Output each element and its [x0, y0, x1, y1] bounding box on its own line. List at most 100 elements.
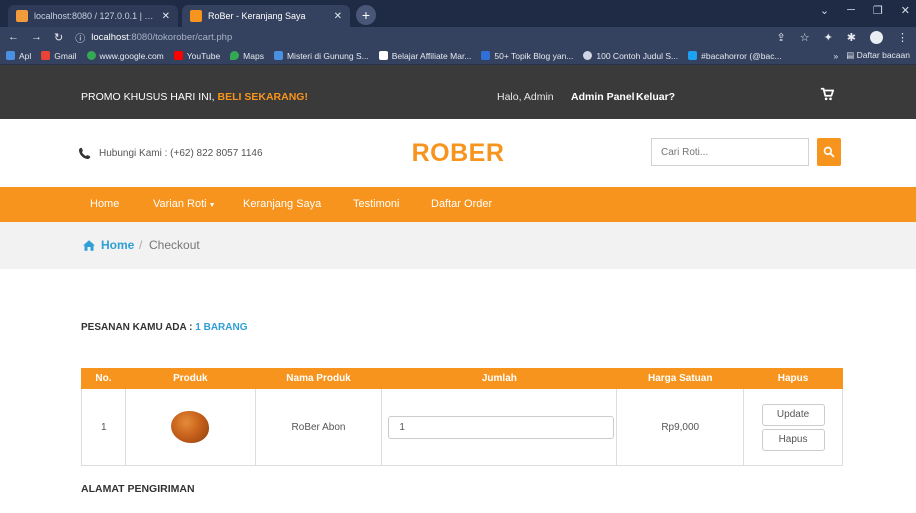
shopping-cart-icon[interactable]	[820, 87, 834, 101]
extension-icon[interactable]: ✦	[824, 31, 833, 44]
bookmark-page-icon	[273, 51, 283, 60]
bookmarks-overflow: » ▤ Daftar bacaan	[833, 50, 910, 61]
reading-list-button[interactable]: ▤ Daftar bacaan	[846, 50, 910, 61]
product-image-cell	[124, 388, 256, 466]
site-header: Hubungi Kami : (+62) 822 8057 1146 ROBER	[0, 119, 916, 187]
twitter-icon	[688, 51, 698, 60]
bookmark-contoh-judul[interactable]: 100 Contoh Judul S...	[583, 51, 678, 61]
tab-close-icon[interactable]: ✕	[334, 11, 342, 22]
browser-tab-phpmyadmin[interactable]: localhost:8080 / 127.0.0.1 | phpM ✕	[8, 5, 178, 27]
shipping-address-heading: ALAMAT PENGIRIMAN	[81, 483, 195, 495]
menu-keranjang-saya[interactable]: Keranjang Saya	[243, 198, 321, 210]
google-icon	[86, 51, 96, 60]
tab-close-icon[interactable]: ✕	[162, 11, 170, 22]
maximize-icon[interactable]: ❐	[873, 4, 883, 17]
logout-link[interactable]: Keluar?	[636, 91, 675, 103]
order-count-heading: PESANAN KAMU ADA : 1 BARANG	[81, 322, 248, 333]
order-count-value: 1 BARANG	[195, 322, 248, 333]
menu-daftar-order[interactable]: Daftar Order	[431, 198, 492, 210]
bookmark-misteri[interactable]: Misteri di Gunung S...	[273, 51, 369, 61]
browser-tab-strip: localhost:8080 / 127.0.0.1 | phpM ✕ RoBe…	[0, 0, 916, 27]
breadcrumb-separator: /	[139, 238, 143, 252]
maps-pin-icon	[230, 51, 240, 60]
bookmark-affiliate[interactable]: Belajar Affiliate Mar...	[378, 51, 471, 61]
bookmark-google[interactable]: www.google.com	[86, 51, 164, 61]
back-arrow-icon[interactable]: ←	[8, 31, 19, 43]
address-bar-row: ← → ↻ ⓘ localhost :8080/tokorober/cart.p…	[0, 27, 916, 47]
main-menu: Home Varian Roti ▼ Keranjang Saya Testimo…	[0, 187, 916, 222]
promo-top-bar: PROMO KHUSUS HARI INI, BELI SEKARANG! Ha…	[0, 65, 916, 119]
bookmark-star-icon[interactable]: ☆	[800, 31, 810, 44]
extensions-puzzle-icon[interactable]: ✱	[847, 31, 856, 44]
bookmark-apps[interactable]: Apl	[6, 51, 31, 61]
reading-list-icon: ▤	[846, 50, 857, 60]
bookmark-page-icon	[378, 51, 388, 60]
row-actions: Update Hapus	[743, 388, 843, 466]
cart-table-header: No. Produk Nama Produk Jumlah Harga Satu…	[81, 368, 843, 389]
product-image	[171, 411, 210, 443]
bookmark-maps[interactable]: Maps	[230, 51, 264, 61]
site-info-icon[interactable]: ⓘ	[75, 30, 85, 45]
cart-table: No. Produk Nama Produk Jumlah Harga Satu…	[81, 368, 843, 466]
apps-grid-icon	[6, 51, 15, 60]
tab-label: localhost:8080 / 127.0.0.1 | phpM	[34, 11, 156, 21]
bookmark-topik-blog[interactable]: 50+ Topik Blog yan...	[481, 51, 573, 61]
reload-icon[interactable]: ↻	[54, 31, 63, 44]
admin-panel-link[interactable]: Admin Panel	[571, 91, 635, 103]
browser-menu-icon[interactable]: ⋮	[897, 31, 908, 44]
phpmyadmin-favicon-icon	[16, 10, 28, 22]
bookmarks-bar: Apl Gmail www.google.com YouTube Maps Mi…	[0, 47, 916, 65]
rober-favicon-icon	[190, 10, 202, 22]
greeting-text: Halo, Admin	[497, 91, 554, 103]
tab-label: RoBer - Keranjang Saya	[208, 11, 306, 21]
browser-actions: ⇪ ☆ ✦ ✱ ⋮	[776, 30, 908, 44]
url-host: localhost	[91, 31, 129, 43]
promo-banner: PROMO KHUSUS HARI INI, BELI SEKARANG!	[81, 91, 308, 103]
promo-text: PROMO KHUSUS HARI INI,	[81, 91, 218, 103]
youtube-icon	[173, 51, 183, 60]
url-path: :8080/tokorober/cart.php	[128, 31, 233, 43]
forward-arrow-icon[interactable]: →	[31, 31, 42, 43]
browser-tab-keranjang[interactable]: RoBer - Keranjang Saya ✕	[182, 5, 350, 27]
new-tab-plus-icon[interactable]: +	[356, 5, 376, 25]
bookmark-bacahorror[interactable]: #bacahorror (@bac...	[688, 51, 782, 61]
gmail-icon	[41, 51, 51, 60]
row-number: 1	[81, 388, 126, 466]
bookmark-youtube[interactable]: YouTube	[173, 51, 220, 61]
update-button[interactable]: Update	[761, 403, 825, 426]
menu-home[interactable]: Home	[90, 198, 119, 210]
header-harga-satuan: Harga Satuan	[616, 368, 745, 389]
close-window-icon[interactable]: ✕	[901, 4, 910, 17]
header-no: No.	[81, 368, 126, 389]
bookmark-page-icon	[481, 51, 491, 60]
promo-highlight-link[interactable]: BELI SEKARANG!	[218, 91, 308, 103]
url-field[interactable]: ⓘ localhost :8080/tokorober/cart.php	[75, 29, 776, 45]
bookmark-page-icon	[583, 51, 593, 60]
header-produk: Produk	[124, 368, 256, 389]
menu-varian-roti[interactable]: Varian Roti ▼	[153, 198, 216, 210]
search-input[interactable]	[651, 138, 809, 166]
profile-avatar[interactable]	[870, 30, 883, 44]
unit-price: Rp9,000	[616, 388, 745, 466]
search-button[interactable]	[817, 138, 841, 166]
tab-search-chevron-icon[interactable]: ⌄	[820, 4, 829, 17]
quantity-cell	[381, 388, 618, 466]
breadcrumb-current: Checkout	[149, 238, 200, 252]
bookmark-gmail[interactable]: Gmail	[41, 51, 77, 61]
bookmarks-more-button[interactable]: »	[833, 51, 838, 61]
minimize-icon[interactable]: ─	[847, 4, 855, 17]
breadcrumb: Home / Checkout	[0, 222, 916, 269]
dropdown-caret-icon: ▼	[208, 202, 216, 209]
product-name: RoBer Abon	[254, 388, 383, 466]
quantity-input[interactable]	[388, 415, 615, 439]
delete-button[interactable]: Hapus	[761, 428, 825, 451]
header-nama-produk: Nama Produk	[254, 368, 383, 389]
menu-testimoni[interactable]: Testimoni	[353, 198, 399, 210]
breadcrumb-home-link[interactable]: Home	[101, 238, 134, 252]
header-hapus: Hapus	[743, 368, 843, 389]
window-controls: ⌄ ─ ❐ ✕	[820, 4, 910, 17]
order-count-label: PESANAN KAMU ADA :	[81, 322, 196, 333]
share-icon[interactable]: ⇪	[776, 31, 785, 44]
table-row: 1 RoBer Abon Rp9,000 Update Hapus	[81, 388, 843, 466]
search-icon	[823, 146, 835, 158]
